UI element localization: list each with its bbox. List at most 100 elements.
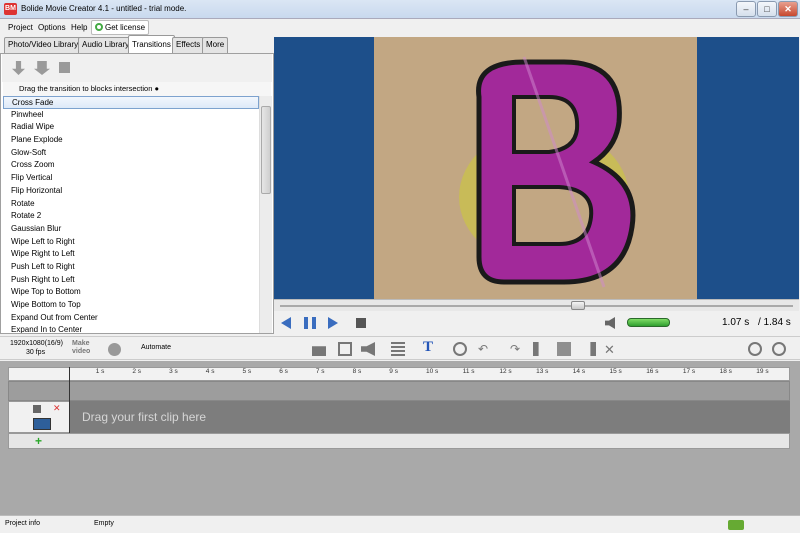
speaker-icon[interactable] xyxy=(605,317,615,329)
get-license-label: Get license xyxy=(105,23,146,32)
track-header: ✕ xyxy=(8,401,70,433)
transition-item[interactable]: Flip Horizontal xyxy=(3,185,259,198)
transition-item[interactable]: Expand Out from Center xyxy=(3,312,259,325)
stop-icon[interactable] xyxy=(59,62,70,73)
timeline-upper-row xyxy=(8,381,790,401)
get-license-button[interactable]: Get license xyxy=(91,20,150,35)
ruler-tick: 11 s xyxy=(462,368,475,375)
transitions-panel: Drag the transition to blocks intersecti… xyxy=(0,53,274,334)
transitions-scrollbar[interactable] xyxy=(259,96,272,333)
add-down-arrow-icon[interactable] xyxy=(12,61,25,75)
crop-icon[interactable] xyxy=(338,342,352,356)
ruler-tick: 10 s xyxy=(426,368,439,375)
transition-item[interactable]: Wipe Left to Right xyxy=(3,236,259,249)
transition-hint: Drag the transition to blocks intersecti… xyxy=(3,82,271,96)
hint-text: Drag the transition to blocks intersecti… xyxy=(19,84,153,93)
minimize-button[interactable]: – xyxy=(736,1,756,17)
tab-photo-video-library[interactable]: Photo/Video Library xyxy=(4,37,83,53)
status-bar: Project info Empty xyxy=(0,515,800,533)
nvidia-icon xyxy=(728,520,744,530)
ruler-tick: 6 s xyxy=(279,368,288,375)
menu-project[interactable]: Project xyxy=(6,19,35,36)
maximize-button[interactable]: □ xyxy=(757,1,777,17)
tab-more[interactable]: More xyxy=(202,37,229,53)
transition-item[interactable]: Wipe Bottom to Top xyxy=(3,299,259,312)
transition-item[interactable]: Rotate xyxy=(3,198,259,211)
playhead[interactable] xyxy=(69,367,70,433)
library-tabs: Photo/Video Library Audio Library Transi… xyxy=(0,35,274,53)
next-frame-icon[interactable] xyxy=(328,317,338,329)
record-icon[interactable] xyxy=(108,343,121,356)
ruler-tick: 9 s xyxy=(389,368,398,375)
film-icon xyxy=(33,418,51,430)
undo-icon[interactable]: ↶ xyxy=(478,342,492,356)
close-button[interactable]: ✕ xyxy=(778,1,798,17)
delete-icon[interactable]: ✕ xyxy=(604,342,618,357)
seek-bar[interactable] xyxy=(274,299,799,311)
volume-icon[interactable] xyxy=(361,342,375,356)
ruler-tick: 12 s xyxy=(499,368,512,375)
letter-b-graphic: B xyxy=(459,56,636,288)
transition-item[interactable]: Cross Fade xyxy=(3,96,259,109)
ruler-tick: 15 s xyxy=(609,368,622,375)
track-volume-icon[interactable] xyxy=(33,405,41,413)
video-track[interactable]: Drag your first clip here xyxy=(70,401,790,433)
tab-transitions[interactable]: Transitions xyxy=(128,35,175,53)
total-time: / 1.84 s xyxy=(758,317,791,328)
timeline: 1 s 2 s 3 s 4 s 5 s 6 s 7 s 8 s 9 s 10 s 11 s 12 s 1… xyxy=(0,361,800,515)
zoom-out-icon[interactable] xyxy=(772,342,786,356)
ruler-tick: 7 s xyxy=(315,368,325,375)
make-video-button[interactable]: Make video xyxy=(72,340,98,356)
transition-item[interactable]: Rotate 2 xyxy=(3,210,259,223)
transition-item[interactable]: Gaussian Blur xyxy=(3,223,259,236)
transition-item[interactable]: Push Left to Right xyxy=(3,261,259,274)
ruler-tick: 16 s xyxy=(646,368,659,375)
track-remove-icon[interactable]: ✕ xyxy=(53,403,61,414)
text-icon[interactable]: T xyxy=(423,339,433,356)
transition-item[interactable]: Radial Wipe xyxy=(3,121,259,134)
add-track-icon[interactable]: + xyxy=(35,434,42,448)
tab-audio-library[interactable]: Audio Library xyxy=(78,37,134,53)
transition-item[interactable]: Plane Explode xyxy=(3,134,259,147)
tab-effects[interactable]: Effects xyxy=(172,37,205,53)
transition-item[interactable]: Push Right to Left xyxy=(3,274,259,287)
brightness-icon[interactable] xyxy=(453,342,467,356)
split-icon[interactable] xyxy=(312,346,326,356)
add-all-arrow-icon[interactable] xyxy=(34,61,50,75)
align-right-icon[interactable] xyxy=(590,342,596,356)
transition-item[interactable]: Wipe Right to Left xyxy=(3,248,259,261)
scrollbar-thumb[interactable] xyxy=(261,106,271,194)
project-info[interactable]: Project info xyxy=(5,520,40,527)
title-bar: BM Bolide Movie Creator 4.1 - untitled -… xyxy=(0,0,800,19)
resolution-label[interactable]: 1920x1080(16/9) xyxy=(10,340,63,347)
transition-item[interactable]: Pinwheel xyxy=(3,109,259,122)
volume-slider[interactable] xyxy=(627,318,670,327)
copy-icon[interactable] xyxy=(557,342,571,356)
menu-help[interactable]: Help xyxy=(69,19,89,36)
transitions-list: Cross Fade Pinwheel Radial Wipe Plane Explo… xyxy=(3,96,259,333)
transition-item[interactable]: Cross Zoom xyxy=(3,159,259,172)
stop-playback-icon[interactable] xyxy=(356,318,366,328)
ruler-tick: 17 s xyxy=(682,368,696,375)
align-left-icon[interactable] xyxy=(533,342,539,356)
ruler-tick: 2 s xyxy=(132,368,142,375)
transition-item[interactable]: Wipe Top to Bottom xyxy=(3,286,259,299)
seek-knob[interactable] xyxy=(571,301,585,310)
transition-item[interactable]: Glow-Soft xyxy=(3,147,259,160)
ruler-tick: 14 s xyxy=(572,368,586,375)
redo-icon[interactable]: ↷ xyxy=(510,342,524,356)
video-preview: B xyxy=(274,37,799,299)
seek-track[interactable] xyxy=(280,305,793,307)
background-icon[interactable] xyxy=(391,342,405,356)
ruler-tick: 4 s xyxy=(205,368,215,375)
transition-item[interactable]: Expand In to Center xyxy=(3,324,259,333)
edit-toolbar: 1920x1080(16/9) 30 fps Make video Automa… xyxy=(0,336,800,360)
transition-item[interactable]: Flip Vertical xyxy=(3,172,259,185)
menu-options[interactable]: Options xyxy=(36,19,68,36)
zoom-in-icon[interactable] xyxy=(748,342,762,356)
automate-button[interactable]: Automate xyxy=(141,344,171,351)
time-ruler[interactable]: 1 s 2 s 3 s 4 s 5 s 6 s 7 s 8 s 9 s 10 s 11 s 12 s 1… xyxy=(8,367,790,381)
ruler-tick: 5 s xyxy=(242,368,252,375)
pause-icon[interactable] xyxy=(304,317,316,329)
previous-frame-icon[interactable] xyxy=(281,317,291,329)
